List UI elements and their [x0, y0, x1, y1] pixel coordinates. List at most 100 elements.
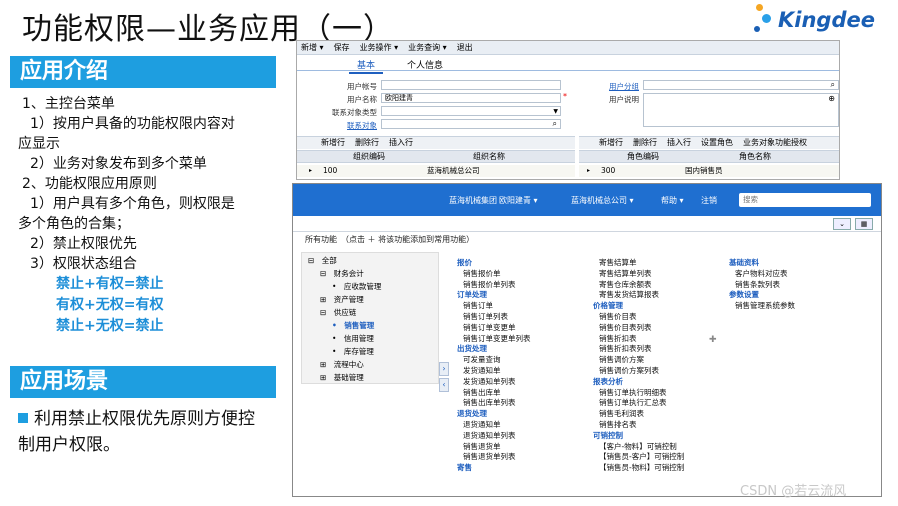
menu-item[interactable]: 销售价目表列表: [599, 322, 652, 333]
chevron-down-icon[interactable]: ⌄: [833, 218, 851, 230]
right-grid-row[interactable]: ▸ 300 国内销售员: [579, 165, 839, 177]
description-input[interactable]: ⊕: [643, 93, 839, 127]
menu-item[interactable]: 销售订单变更单: [463, 322, 516, 333]
menu-item[interactable]: 销售调价方案: [599, 354, 644, 365]
menu-item[interactable]: 销售毛利润表: [599, 408, 644, 419]
menu-item[interactable]: 销售退货单: [463, 441, 501, 452]
menu-item[interactable]: 【客户-物料】可销控制: [599, 441, 677, 452]
menu-item[interactable]: 退货通知单列表: [463, 430, 516, 441]
tab-personal-info[interactable]: 个人信息: [407, 58, 443, 71]
menu-category[interactable]: 报表分析: [593, 376, 623, 387]
tree-node[interactable]: ⊞ 基础管理: [320, 372, 364, 383]
menu-item[interactable]: 销售订单变更单列表: [463, 333, 531, 344]
search-icon[interactable]: ⌕: [553, 119, 557, 128]
toolbar-item[interactable]: 新增 ▾: [301, 43, 324, 52]
name-input[interactable]: 欧阳建青: [381, 93, 561, 103]
tree-node[interactable]: • 信用管理: [332, 333, 374, 344]
tree-node[interactable]: ⊟ 财务会计: [320, 268, 364, 279]
tree-node[interactable]: ⊟ 供应链: [320, 307, 356, 318]
search-icon[interactable]: ⌕: [861, 193, 867, 204]
menu-item[interactable]: 销售出库单列表: [463, 397, 516, 408]
grid-action[interactable]: 删除行: [633, 137, 657, 149]
contact-object-label[interactable]: 联系对象: [317, 120, 377, 131]
intro-line: 应显示: [18, 136, 60, 152]
menu-item[interactable]: 销售排名表: [599, 419, 637, 430]
menu-item[interactable]: 销售条款列表: [735, 279, 780, 290]
right-grid-actions: 新增行 删除行 插入行 设置角色 业务对象功能授权: [579, 136, 839, 149]
contact-type-select[interactable]: ▼: [381, 106, 561, 116]
tree-node[interactable]: • 销售管理: [332, 320, 374, 331]
menu-category[interactable]: 价格管理: [593, 300, 623, 311]
menu-item[interactable]: 销售管理系统参数: [735, 300, 795, 311]
nav-item[interactable]: 帮助 ▾: [661, 195, 684, 206]
menu-item[interactable]: 可发量查询: [463, 354, 501, 365]
left-grid-row[interactable]: ▸ 100 蓝海机械总公司: [297, 165, 575, 177]
menu-item[interactable]: 销售报价单: [463, 268, 501, 279]
menu-item[interactable]: 销售价目表: [599, 311, 637, 322]
menu-category[interactable]: 基础资料: [729, 257, 759, 268]
menu-item[interactable]: 销售折扣表列表: [599, 343, 652, 354]
grid-action[interactable]: 设置角色: [701, 137, 733, 149]
collapse-arrow-icon[interactable]: ›: [439, 362, 449, 376]
menu-item[interactable]: 【销售员-物料】可销控制: [599, 462, 684, 473]
add-favorite-icon[interactable]: ✚: [709, 335, 717, 345]
menu-item[interactable]: 寄售发货结算报表: [599, 289, 659, 300]
menu-category[interactable]: 参数设置: [729, 289, 759, 300]
grid-view-icon[interactable]: ▦: [855, 218, 873, 230]
grid-action[interactable]: 新增行: [321, 137, 345, 149]
menu-item[interactable]: 销售订单列表: [463, 311, 508, 322]
nav-item[interactable]: 欧阳建青 ▾: [499, 195, 538, 206]
grid-action[interactable]: 删除行: [355, 137, 379, 149]
tree-node[interactable]: ⊞ 流程中心: [320, 359, 364, 370]
group-input[interactable]: ⌕: [643, 80, 839, 90]
menu-category[interactable]: 寄售: [457, 462, 472, 473]
right-grid-header: 角色编码 角色名称: [579, 150, 839, 163]
intro-line: 1）用户具有多个角色，则权限是: [30, 196, 235, 212]
toolbar-item[interactable]: 业务操作 ▾: [360, 43, 399, 52]
toolbar-item[interactable]: 退出: [457, 43, 473, 52]
search-icon[interactable]: ⌕: [831, 80, 835, 89]
grid-action[interactable]: 业务对象功能授权: [743, 137, 807, 149]
menu-item[interactable]: 寄售仓库余额表: [599, 279, 652, 290]
menu-category[interactable]: 报价: [457, 257, 472, 268]
grid-action[interactable]: 新增行: [599, 137, 623, 149]
toolbar-item[interactable]: 业务查询 ▾: [408, 43, 447, 52]
toolbar-item[interactable]: 保存: [334, 43, 350, 52]
contact-object-input[interactable]: ⌕: [381, 119, 561, 129]
menu-item[interactable]: 销售订单执行汇总表: [599, 397, 667, 408]
menu-item[interactable]: 【销售员-客户】可销控制: [599, 451, 684, 462]
tree-node[interactable]: ⊞ 资产管理: [320, 294, 364, 305]
group-label[interactable]: 用户分组: [579, 81, 639, 92]
tree-node[interactable]: • 库存管理: [332, 346, 374, 357]
tree-node[interactable]: ⊟ 全部: [308, 255, 337, 266]
nav-item[interactable]: 蓝海机械总公司 ▾: [571, 195, 634, 206]
tree-node[interactable]: • 应收款管理: [332, 281, 381, 292]
menu-item[interactable]: 发货通知单: [463, 365, 501, 376]
menu-item[interactable]: 销售退货单列表: [463, 451, 516, 462]
toolbar: 新增 ▾ 保存 业务操作 ▾ 业务查询 ▾ 退出: [297, 41, 839, 55]
menu-category[interactable]: 退货处理: [457, 408, 487, 419]
grid-action[interactable]: 插入行: [389, 137, 413, 149]
menu-item[interactable]: 退货通知单: [463, 419, 501, 430]
nav-item[interactable]: 注销: [701, 195, 717, 206]
menu-item[interactable]: 销售出库单: [463, 387, 501, 398]
menu-item[interactable]: 寄售结算单: [599, 257, 637, 268]
menu-category[interactable]: 订单处理: [457, 289, 487, 300]
menu-category[interactable]: 出货处理: [457, 343, 487, 354]
tab-basic[interactable]: 基本: [349, 58, 384, 74]
menu-item[interactable]: 销售订单: [463, 300, 493, 311]
menu-category[interactable]: 可销控制: [593, 430, 623, 441]
menu-item[interactable]: 发货通知单列表: [463, 376, 516, 387]
search-input[interactable]: 搜索: [739, 193, 871, 207]
account-input[interactable]: [381, 80, 561, 90]
expand-arrow-icon[interactable]: ‹: [439, 378, 449, 392]
menu-item[interactable]: 寄售结算单列表: [599, 268, 652, 279]
menu-item[interactable]: 销售折扣表: [599, 333, 637, 344]
menu-item[interactable]: 客户物料对应表: [735, 268, 788, 279]
menu-item[interactable]: 销售订单执行明细表: [599, 387, 667, 398]
expand-icon[interactable]: ⊕: [828, 94, 835, 103]
menu-item[interactable]: 销售报价单列表: [463, 279, 516, 290]
menu-item[interactable]: 销售调价方案列表: [599, 365, 659, 376]
nav-item[interactable]: 蓝海机械集团: [449, 195, 497, 206]
grid-action[interactable]: 插入行: [667, 137, 691, 149]
